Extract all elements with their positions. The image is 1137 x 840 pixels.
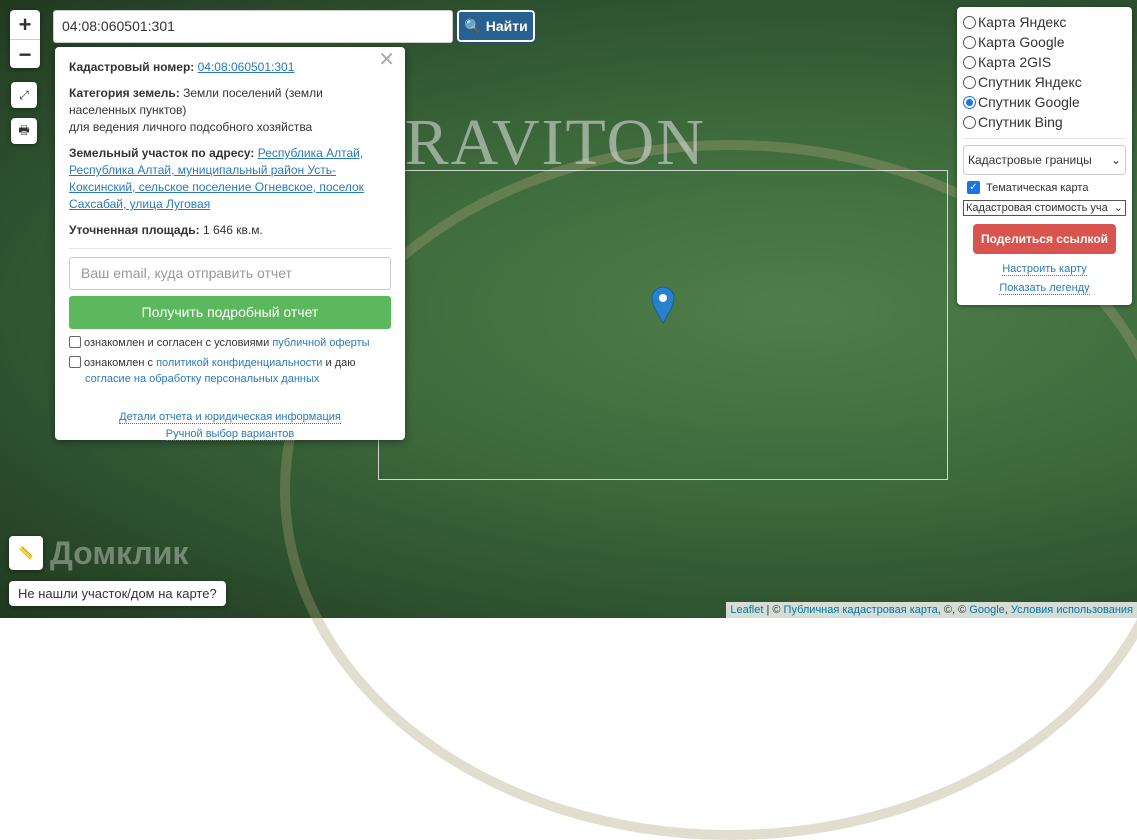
zoom-out-button[interactable]: −	[10, 39, 40, 68]
layers-panel: Карта Яндекс Карта Google Карта 2GIS Спутни…	[957, 7, 1132, 305]
zoom-control: + −	[10, 10, 40, 68]
attribution: Leaflet | © Публичная кадастровая карта,…	[726, 602, 1137, 618]
offer-link[interactable]: публичной оферты	[272, 337, 369, 349]
zoom-in-button[interactable]: +	[10, 10, 40, 39]
ruler-icon: 📏	[18, 546, 34, 560]
radio-button[interactable]	[963, 95, 976, 109]
radio-button[interactable]	[963, 75, 976, 89]
radio-button[interactable]	[963, 15, 976, 29]
find-button[interactable]: 🔍 Найти	[456, 9, 536, 43]
print-button[interactable]: 🖶	[11, 118, 37, 144]
close-icon[interactable]: ✕	[378, 50, 395, 70]
land-use: для ведения личного подсобного хозяйства	[69, 120, 313, 134]
details-link[interactable]: Детали отчета и юридическая информация	[119, 411, 341, 424]
show-legend-link[interactable]: Показать легенду	[999, 282, 1090, 295]
privacy-link[interactable]: политикой конфиденциальности	[156, 357, 322, 369]
print-icon: 🖶	[18, 122, 30, 137]
map-marker-icon[interactable]	[651, 286, 675, 324]
manual-select-link[interactable]: Ручной выбор вариантов	[165, 428, 295, 441]
leaflet-link[interactable]: Leaflet	[730, 604, 763, 616]
domclick-logo: Домклик	[50, 535, 189, 571]
layer-option[interactable]: Карта 2GIS	[963, 52, 1126, 72]
search-icon: 🔍	[464, 17, 482, 34]
ruler-button[interactable]: 📏	[9, 536, 43, 570]
layer-option[interactable]: Спутник Bing	[963, 112, 1126, 132]
layer-option[interactable]: Спутник Google	[963, 92, 1126, 112]
consent-link[interactable]: согласие на обработку персональных данны…	[85, 373, 319, 385]
email-input[interactable]: Ваш email, куда отправить отчет	[69, 257, 391, 290]
privacy-checkbox[interactable]	[69, 356, 81, 368]
chevron-down-icon: ⌄	[1110, 153, 1121, 167]
layer-option[interactable]: Карта Яндекс	[963, 12, 1126, 32]
terms-link[interactable]: Условия использования	[1011, 604, 1133, 616]
share-link-button[interactable]: Поделиться ссылкой	[973, 224, 1116, 254]
expand-icon: ⤢	[19, 87, 29, 102]
fullscreen-button[interactable]: ⤢	[11, 82, 37, 108]
area-value: 1 646 кв.м.	[202, 223, 263, 237]
thematic-select[interactable]: Кадастровая стоимость уча ⌄	[963, 200, 1126, 216]
parcel-boundary[interactable]	[378, 170, 948, 480]
layer-option[interactable]: Карта Google	[963, 32, 1126, 52]
offer-checkbox[interactable]	[69, 336, 81, 348]
not-found-button[interactable]: Не нашли участок/дом на карте?	[9, 581, 226, 606]
cadastral-number-link[interactable]: 04:08:060501:301	[198, 60, 295, 74]
overlay-select[interactable]: Кадастровые границы ⌄	[963, 145, 1126, 175]
google-link[interactable]: Google	[969, 604, 1004, 616]
thematic-checkbox[interactable]: ✓	[967, 181, 980, 194]
radio-button[interactable]	[963, 55, 976, 69]
radio-button[interactable]	[963, 115, 976, 129]
radio-button[interactable]	[963, 35, 976, 49]
pkk-link[interactable]: Публичная кадастровая карта	[784, 604, 938, 616]
search-input[interactable]: 04:08:060501:301	[53, 10, 453, 43]
graviton-watermark: GRAVITON	[355, 106, 706, 179]
chevron-down-icon: ⌄	[1113, 202, 1123, 214]
get-report-button[interactable]: Получить подробный отчет	[69, 296, 391, 329]
parcel-popup: ✕ Кадастровый номер: 04:08:060501:301 Ка…	[55, 47, 405, 441]
layer-option[interactable]: Спутник Яндекс	[963, 72, 1126, 92]
configure-map-link[interactable]: Настроить карту	[1002, 263, 1087, 276]
